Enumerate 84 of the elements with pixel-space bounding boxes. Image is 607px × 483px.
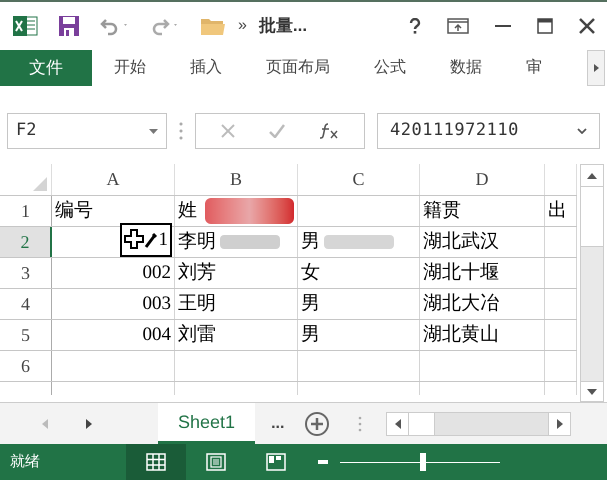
vertical-scrollbar[interactable] xyxy=(580,164,604,402)
column-header[interactable]: A xyxy=(52,164,175,195)
row-header[interactable]: 3 xyxy=(0,258,52,288)
table-cell-text: 出 xyxy=(548,199,567,223)
function-icon[interactable] xyxy=(319,123,339,139)
grid-view-icon xyxy=(146,453,166,471)
help-icon[interactable] xyxy=(409,18,421,34)
table-cell-text: 刘芳 xyxy=(178,261,216,285)
check-icon[interactable] xyxy=(269,124,285,138)
ribbon-tab[interactable]: 审 xyxy=(504,50,564,86)
table-cell-text: 湖北十堰 xyxy=(423,261,499,285)
table-cell-text: 男 xyxy=(301,323,320,347)
maximize-icon[interactable] xyxy=(537,18,553,34)
name-box-value: F2 xyxy=(16,119,36,142)
name-box[interactable]: F2 xyxy=(7,113,167,149)
status-text: 就绪 xyxy=(10,452,41,472)
table-cell-text: 002 xyxy=(142,261,171,285)
horizontal-scrollbar[interactable] xyxy=(386,412,572,436)
close-icon[interactable] xyxy=(579,18,595,34)
save-icon[interactable] xyxy=(58,15,80,37)
next-sheet-icon[interactable] xyxy=(86,418,92,428)
undo-icon[interactable] xyxy=(100,16,130,36)
formula-value: 420111972110 xyxy=(390,119,519,142)
zoom-thumb[interactable] xyxy=(420,453,426,471)
row-header[interactable]: 2 xyxy=(0,227,52,257)
scroll-thumb[interactable] xyxy=(409,412,436,434)
left-caret-icon xyxy=(394,418,401,428)
table-cell-text: 李明 xyxy=(178,230,216,254)
minimize-icon[interactable] xyxy=(495,24,511,28)
spreadsheet-logo-icon[interactable] xyxy=(12,15,38,37)
row-header[interactable]: 4 xyxy=(0,289,52,319)
table-cell-text: 籍贯 xyxy=(423,199,461,223)
caret-icon xyxy=(594,64,598,72)
up-caret-icon xyxy=(587,172,597,178)
scroll-left-button[interactable] xyxy=(387,412,410,434)
table-cell-text: 湖北黄山 xyxy=(423,323,499,347)
table-cell-text: 女 xyxy=(301,261,320,285)
plus-cursor-icon xyxy=(124,229,158,251)
ribbon-tab[interactable]: 公式 xyxy=(352,50,428,86)
table-cell-text: 王明 xyxy=(178,292,216,316)
row-header[interactable]: 5 xyxy=(0,320,52,350)
ribbon-display-icon[interactable] xyxy=(447,18,469,34)
more-commands-text[interactable]: » xyxy=(238,14,247,38)
page-view-icon xyxy=(206,453,226,471)
redaction-blur xyxy=(220,235,280,249)
view-button[interactable] xyxy=(126,444,186,480)
table-cell-text: 004 xyxy=(142,323,171,347)
row-header[interactable]: 6 xyxy=(0,351,52,381)
ribbon-tab[interactable]: 页面布局 xyxy=(244,50,352,86)
right-caret-icon xyxy=(556,418,563,428)
file-tab[interactable]: 文件 xyxy=(0,50,92,86)
page-break-icon xyxy=(266,453,286,471)
table-cell-text: 男 xyxy=(301,230,320,254)
row-header[interactable]: 1 xyxy=(0,196,52,226)
grip-icon xyxy=(358,416,362,432)
zoom-slider[interactable] xyxy=(340,452,500,472)
table-cell-text: 刘雷 xyxy=(178,323,216,347)
triangle-icon xyxy=(33,177,47,191)
expand-caret-icon xyxy=(577,128,587,134)
ribbon-tab[interactable]: 插入 xyxy=(168,50,244,86)
table-cell-text: 003 xyxy=(142,292,171,316)
table-cell-text: 男 xyxy=(301,292,320,316)
more-sheets-text[interactable]: ... xyxy=(271,412,284,436)
scroll-down-button[interactable] xyxy=(581,381,603,401)
column-header[interactable]: B xyxy=(175,164,298,195)
column-header[interactable]: C xyxy=(298,164,420,195)
dropdown-caret-icon xyxy=(149,128,158,134)
grip-icon xyxy=(179,122,183,140)
ribbon-scroll-button[interactable] xyxy=(587,50,605,86)
sheet-tab[interactable]: Sheet1 xyxy=(158,403,256,444)
down-caret-icon xyxy=(587,388,597,394)
table-cell-text: 姓 xyxy=(178,199,197,223)
redaction-blur xyxy=(324,235,394,249)
window-title: 批量... xyxy=(258,15,308,38)
column-header[interactable]: D xyxy=(420,164,545,195)
table-cell-text: 湖北武汉 xyxy=(423,230,499,254)
formula-field[interactable]: 420111972110 xyxy=(377,113,600,149)
table-cell-text: 1 xyxy=(158,228,168,252)
scroll-right-button[interactable] xyxy=(548,412,570,434)
ribbon-tab[interactable]: 数据 xyxy=(428,50,504,86)
ribbon-tab[interactable]: 开始 xyxy=(92,50,168,86)
add-sheet-icon[interactable] xyxy=(304,410,330,436)
table-cell-text: 编号 xyxy=(55,199,93,223)
table-cell-text: 湖北大冶 xyxy=(423,292,499,316)
